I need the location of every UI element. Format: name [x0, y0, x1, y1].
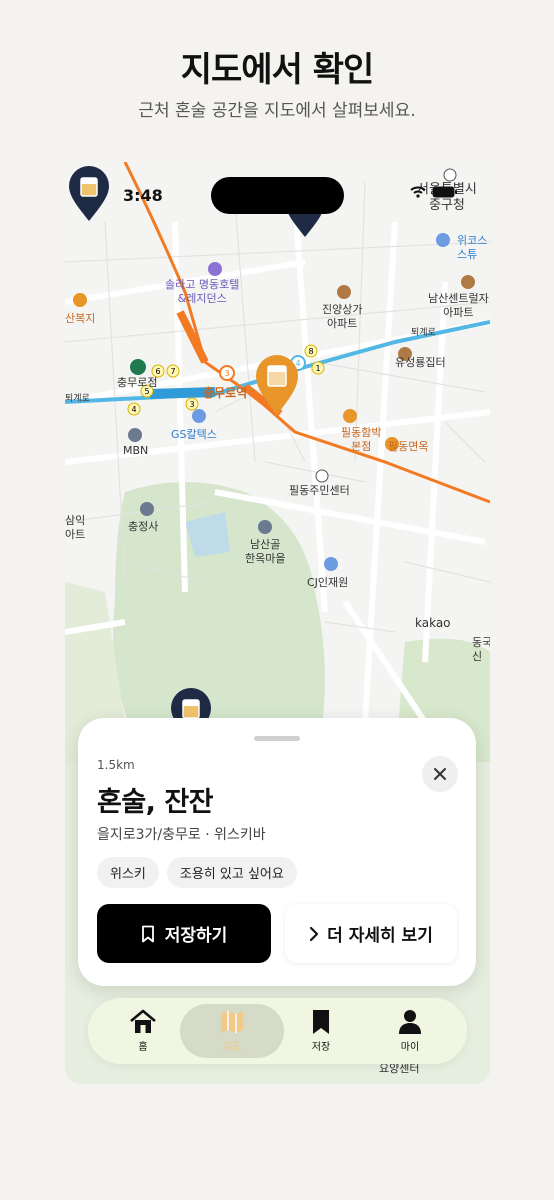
svg-text:3: 3 [189, 400, 194, 409]
place-subtitle: 을지로3가/충무로 · 위스키바 [97, 827, 266, 843]
map-label-chungjeongsa: 충정사 [128, 520, 159, 533]
place-name: 혼술, 잔잔 [97, 787, 214, 818]
map-label-wekos: 위코스 스튜 [457, 234, 488, 261]
map-label-toegyero-right: 퇴계로 [411, 328, 436, 338]
svg-text:1: 1 [315, 364, 320, 373]
bookmark-icon [313, 1010, 329, 1034]
tab-my-label: 마이 [400, 1042, 420, 1053]
bottom-tab-bar: 홈 지도 저장 마이 [88, 998, 467, 1064]
save-button-label: 저장하기 [164, 926, 228, 946]
map-label-samik: 삼익 아트 [65, 514, 86, 541]
tab-map-label: 지도 [222, 1042, 242, 1053]
save-button[interactable]: 저장하기 [97, 904, 271, 963]
tab-home[interactable]: 홈 [108, 998, 178, 1064]
page-subline: 근처 혼술 공간을 지도에서 살펴보세요. [138, 101, 416, 121]
bookmark-icon [141, 925, 154, 942]
map-pin-selected[interactable] [254, 354, 300, 420]
tab-map[interactable]: 지도 [197, 998, 267, 1064]
map-icon [221, 1011, 243, 1033]
tab-saved-label: 저장 [311, 1042, 331, 1053]
map-pin-bar[interactable] [67, 166, 111, 226]
wifi-icon [410, 186, 426, 198]
tag-chip[interactable]: 위스키 [97, 857, 159, 888]
map-label-yoyang: 요양센터 [379, 1062, 420, 1075]
status-time: 3:48 [123, 186, 163, 205]
battery-icon [432, 186, 457, 198]
map-label-namsangol: 남산골 한옥마을 [245, 538, 286, 565]
tab-my[interactable]: 마이 [375, 998, 445, 1064]
place-distance: 1.5km [97, 758, 135, 772]
place-bottom-sheet: 1.5km 혼술, 잔잔 을지로3가/충무로 · 위스키바 위스키 조용히 있고… [78, 718, 476, 986]
close-icon [434, 768, 446, 780]
map-label-cj: CJ인재원 [307, 576, 349, 589]
place-tags: 위스키 조용히 있고 싶어요 [97, 857, 297, 888]
map-label-pildong-center: 필동주민센터 [289, 484, 350, 497]
map-label-sanbokji: 산복지 [65, 312, 96, 325]
tab-home-label: 홈 [138, 1042, 148, 1053]
tab-saved[interactable]: 저장 [286, 998, 356, 1064]
sheet-drag-handle[interactable] [254, 736, 300, 741]
svg-text:3: 3 [224, 369, 229, 378]
map-label-chungmuro-jeom: 충무로점 [117, 376, 158, 389]
home-icon [130, 1009, 156, 1033]
map-label-pildong-myeonok: 필동면옥 [388, 440, 429, 453]
chevron-right-icon [310, 926, 319, 941]
map-label-yuseong: 유성룡집터 [395, 356, 446, 369]
status-icons [410, 186, 458, 198]
page-headline: 지도에서 확인 [180, 50, 375, 90]
map-label-pildong-hambak: 필동함박 본점 [341, 426, 382, 453]
view-details-label: 더 자세히 보기 [327, 926, 433, 946]
map-label-namsan-central: 남산센트럴자 아파트 [428, 292, 489, 319]
phone-screen: 6 7 5 4 3 3 8 1 4 솔라고 명동호텔 &레지던스 진양상가 아파… [65, 162, 490, 1084]
map-label-kakao: kakao [415, 616, 451, 630]
map-label-toegyero-left: 퇴계로 [65, 394, 90, 404]
map-label-mbn: MBN [123, 444, 149, 457]
map-label-dongguk: 동국 신 [472, 636, 490, 663]
view-details-button[interactable]: 더 자세히 보기 [285, 904, 457, 963]
svg-text:8: 8 [308, 347, 313, 356]
svg-text:4: 4 [131, 405, 136, 414]
map-label-gs-caltex: GS칼텍스 [171, 428, 217, 441]
svg-text:7: 7 [170, 367, 175, 376]
dynamic-island [211, 177, 344, 214]
map-label-jinyang: 진양상가 아파트 [322, 303, 363, 330]
svg-text:6: 6 [155, 367, 160, 376]
map-label-chungmuro-station: 충무로역 [203, 386, 248, 400]
map-label-solago: 솔라고 명동호텔 &레지던스 [165, 278, 240, 305]
tag-chip[interactable]: 조용히 있고 싶어요 [166, 857, 297, 888]
close-button[interactable] [422, 756, 458, 792]
person-icon [399, 1010, 421, 1034]
